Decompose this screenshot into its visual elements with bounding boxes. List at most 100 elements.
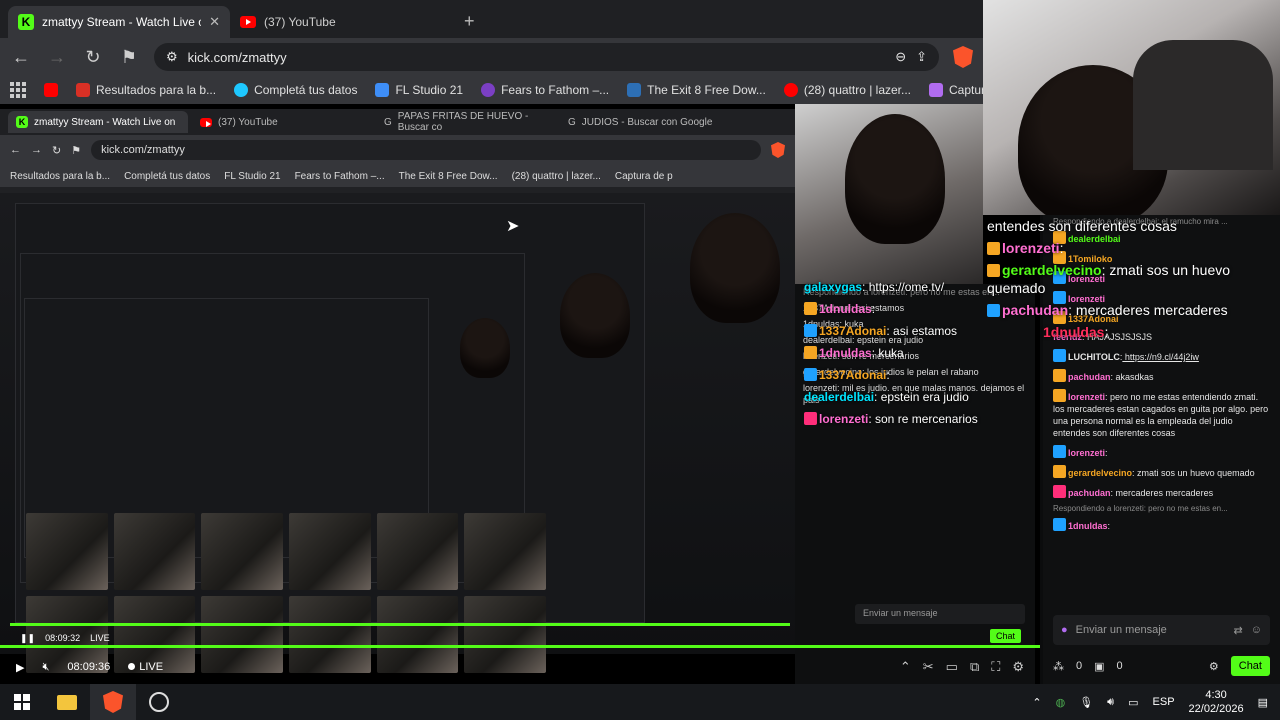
bookmark-quattro[interactable]: (28) quattro | lazer... [783,83,911,97]
chat-username[interactable]: 1337Adonai [819,368,886,382]
chat-input[interactable]: ● Enviar un mensaje ⇄ ☺ [1053,615,1270,645]
chat-username[interactable]: LUCHITOLC [1068,352,1120,362]
bookmark-label: Resultados para la b... [96,83,217,97]
start-button[interactable] [0,684,44,720]
notification-icon[interactable]: ▤ [1258,696,1268,709]
chat-username[interactable]: 1dnuldas [1068,521,1108,531]
apps-grid-icon[interactable] [10,82,26,98]
address-bar[interactable]: ⚙ kick.com/zmattyy ⊖ ⇪ [154,43,939,71]
close-tab-icon[interactable]: ✕ [209,14,220,30]
bookmark-captura[interactable]: Captura de p [929,83,983,97]
youtube-favicon-icon [200,117,212,127]
bookmark-flstudio[interactable]: FL Studio 21 [375,83,463,97]
emoji-icon[interactable]: ☺ [1251,624,1262,636]
chat-username[interactable]: gerardelvecino [1002,262,1102,278]
chat-input-placeholder: Enviar un mensaje [1075,624,1167,636]
tab-kick-stream[interactable]: K zmattyy Stream - Watch Live on ✕ [8,6,230,38]
theater-icon[interactable]: ▭ [946,659,958,675]
feather-icon [929,83,944,97]
reload-icon[interactable]: ↻ [82,47,104,68]
folder-icon [57,694,77,710]
emote-icon[interactable]: ● [1061,624,1068,636]
nested-tab-title: JUDIOS - Buscar con Google [581,116,713,128]
chat-username[interactable]: 1dnuldas [819,346,872,360]
stream-progress-bar[interactable] [0,645,1040,648]
fullscreen-icon[interactable]: ⛶ [991,659,1000,675]
chat-username[interactable]: lorenzeti [1002,240,1060,256]
bookmark-label: The Exit 8 Free Dow... [647,83,766,97]
chat-username[interactable]: 1dnuldas [1043,324,1104,340]
chat-message: lorenzeti: [983,237,1243,259]
chat-username[interactable]: dealerdelbai [804,390,874,404]
chat-message: entendes son diferentes cosas [987,218,1177,234]
live-dot-icon [128,663,136,670]
zoom-icon[interactable]: ⊖ [895,49,906,65]
share-icon[interactable]: ⇪ [916,49,927,65]
mod-badge-icon [987,304,1000,317]
reload-icon: ↻ [52,144,62,157]
clip-icon[interactable]: ✂ [923,659,934,675]
chat-username[interactable]: 1337Adonai [819,324,886,338]
gift-icon[interactable]: ▣ [1094,660,1104,673]
nested-tab: G JUDIOS - Buscar con Google [560,111,740,133]
new-tab-button[interactable]: + [452,11,487,38]
pip-icon[interactable]: ⧉ [970,659,979,675]
chat-username[interactable]: pachudan [1002,302,1068,318]
network-icon[interactable]: ▭ [1128,696,1138,709]
shield-icon[interactable]: ◍ [1056,696,1066,709]
brave-shield-icon[interactable] [953,46,973,68]
chat-username[interactable]: pachudan [1068,372,1111,382]
bookmark-label: Completá tus datos [254,83,358,97]
clock[interactable]: 4:30 22/02/2026 [1189,688,1244,716]
chat-text: mercaderes mercaderes [1072,302,1228,318]
streamer-figure [845,114,945,244]
settings-icon[interactable]: ⚙ [1012,659,1024,675]
bookmark-completa[interactable]: Completá tus datos [234,83,357,97]
streamer-webcam-nested [795,104,983,284]
stream-video[interactable]: Kzmattyy Stream - Watch Live on (37) You… [0,104,1040,684]
chat-username[interactable]: lorenzeti [1068,392,1105,402]
chat-send-button[interactable]: Chat [1230,656,1270,676]
back-icon[interactable]: ← [10,47,32,68]
bookmark-resultados[interactable]: Resultados para la b... [76,83,216,97]
nested-tab-title: (37) YouTube [218,116,278,128]
chat-link[interactable]: https://n9.cl/44j2iw [1122,352,1199,362]
chat-username[interactable]: gerardelvecino [1068,468,1132,478]
mod-badge-icon [804,324,817,337]
language-indicator[interactable]: ESP [1153,696,1175,708]
nested-player-controls: ❚❚ 08:09:32 LIVE [20,633,110,644]
chat-text: : asi estamos [886,324,958,338]
tab-bar: K zmattyy Stream - Watch Live on ✕ (37) … [0,0,983,38]
mute-icon[interactable]: 🔇︎ [42,661,49,674]
site-settings-icon[interactable]: ⚙ [166,49,178,65]
nested-tab: G PAPAS FRITAS DE HUEVO - Buscar co [376,111,556,133]
brave-taskbar-button[interactable] [90,684,136,720]
chevron-up-icon[interactable]: ⌃ [1032,696,1041,709]
settings-icon[interactable]: ⚙ [1209,660,1219,673]
bookmarks-bar: Resultados para la b... Completá tus dat… [0,76,983,104]
viewer-count: 0 [1076,660,1083,672]
bookmark-fears[interactable]: Fears to Fathom –... [481,83,609,97]
streamer-figure [460,318,510,378]
chevron-up-icon[interactable]: ⌃ [900,659,911,675]
bookmark-youtube[interactable] [44,83,58,97]
volume-icon[interactable]: 🔊︎ [1107,696,1114,709]
nested-live: LIVE [90,633,110,643]
bookmark-exit8[interactable]: The Exit 8 Free Dow... [627,83,766,97]
translate-icon[interactable]: ⇄ [1234,624,1243,637]
microphone-icon[interactable]: 🎙︎ [1079,696,1093,709]
tab-youtube[interactable]: (37) YouTube [230,6,452,38]
chat-username[interactable]: lorenzeti [1068,448,1105,458]
sub-badge-icon [987,264,1000,277]
chat-username[interactable]: galaxygas [804,280,862,294]
chat-username[interactable]: pachudan [1068,488,1111,498]
file-explorer-button[interactable] [44,684,90,720]
chat-username[interactable]: lorenzeti [819,412,868,426]
nested-chat-input: Enviar un mensaje [855,604,1025,624]
obs-taskbar-button[interactable] [136,684,182,720]
chat-username[interactable]: 1dnuldas [819,302,872,316]
bookmark-icon[interactable]: ⚑ [118,47,140,68]
system-tray: ⌃ ◍ 🎙︎ 🔊︎ ▭ ESP 4:30 22/02/2026 ▤ [1032,688,1280,716]
play-icon[interactable]: ▶ [16,661,24,674]
forward-icon[interactable]: → [46,47,68,68]
